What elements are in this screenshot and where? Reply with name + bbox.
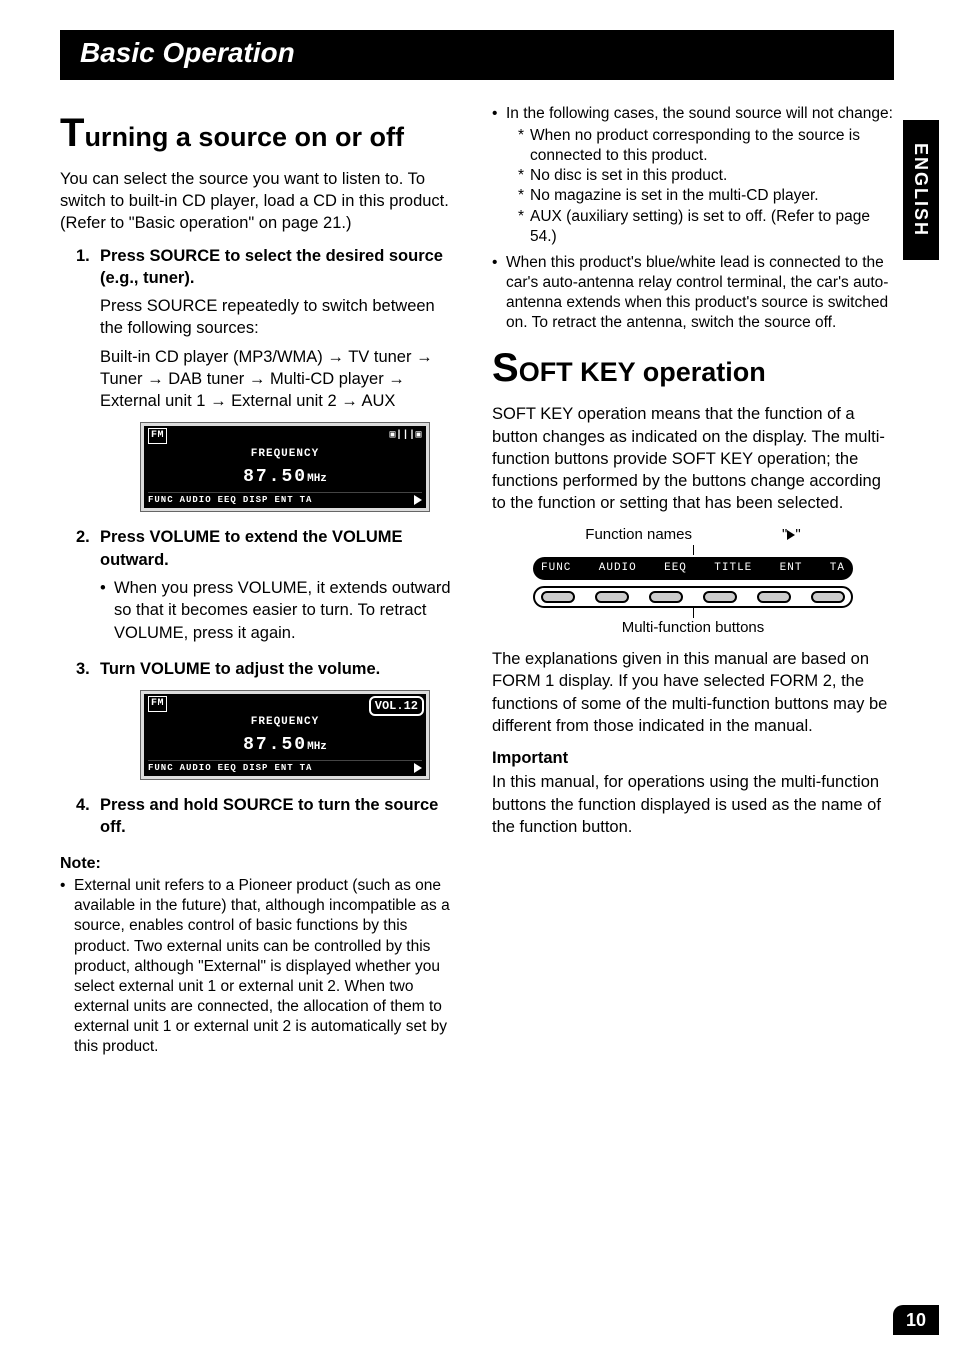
freq-label: FREQUENCY [148,447,422,462]
page-number: 10 [893,1305,939,1335]
step-2-sub: When you press VOLUME, it extends outwar… [100,577,462,644]
play-icon [787,530,795,540]
device-display-1: FM ▣|||▣ FREQUENCY 87.50MHz FUNC AUDIO E… [140,422,430,512]
device-display-2: VOL.12 FM FREQUENCY 87.50MHz FUNC AUDIO [140,690,430,780]
label-next-symbol: "" [782,525,801,545]
left-column: Turning a source on or off You can selec… [60,102,462,1064]
step-2: 2. Press VOLUME to extend the VOLUME out… [60,526,462,643]
freq-label: FREQUENCY [148,715,422,730]
important-heading: Important [492,747,894,769]
step-1-body: Press SOURCE repeatedly to switch betwee… [100,295,462,412]
next-icon [414,495,422,505]
language-tab-label: ENGLISH [909,143,933,237]
left-heading: Turning a source on or off [60,112,462,154]
multifunction-button[interactable] [595,591,629,603]
physical-button-row [533,586,853,608]
note-external-unit: External unit refers to a Pioneer produc… [60,876,462,1057]
multifunction-button[interactable] [757,591,791,603]
left-intro: You can select the source you want to li… [60,168,462,235]
note-heading: Note: [60,853,462,875]
multifunction-button[interactable] [541,591,575,603]
step-1: 1. Press SOURCE to select the desired so… [60,245,462,513]
star-list: When no product corresponding to the sou… [518,126,894,247]
multifunction-button[interactable] [649,591,683,603]
steps-list: 1. Press SOURCE to select the desired so… [60,245,462,839]
step-3: 3. Turn VOLUME to adjust the volume. VOL… [60,658,462,780]
important-body: In this manual, for operations using the… [492,771,894,838]
note-antenna: When this product's blue/white lead is c… [492,253,894,334]
fm-indicator: FM [148,428,167,444]
section-banner: Basic Operation [60,30,894,80]
frequency-readout: 87.50MHz [148,465,422,489]
right-column: In the following cases, the sound source… [492,102,894,1064]
softkey-para-1: SOFT KEY operation means that the functi… [492,403,894,514]
step-4-title: Press and hold SOURCE to turn the source… [100,794,462,839]
note-list-right: In the following cases, the sound source… [492,104,894,334]
step-2-title: Press VOLUME to extend the VOLUME outwar… [100,526,462,571]
source-chain: Built-in CD player (MP3/WMA) → TV tuner … [100,346,462,413]
right-heading: SOFT KEY operation [492,347,894,389]
step-3-title: Turn VOLUME to adjust the volume. [100,658,462,680]
manual-page: Basic Operation ENGLISH Turning a source… [0,0,954,1355]
content-columns: Turning a source on or off You can selec… [60,102,894,1064]
frequency-readout: 87.50MHz [148,733,422,757]
softkey-illustration: Function names "" FUNC AUDIO EEQ TITLE E… [533,525,853,638]
softkey-para-2: The explanations given in this manual ar… [492,648,894,737]
softkey-row: FUNC AUDIO EEQ DISP ENT TA [148,492,422,506]
volume-badge: VOL.12 [369,696,424,716]
label-multifunction-buttons: Multi-function buttons [533,618,853,638]
softkey-display-bar: FUNC AUDIO EEQ TITLE ENT TA [533,557,853,580]
multifunction-button[interactable] [703,591,737,603]
fm-indicator: FM [148,696,167,712]
multifunction-button[interactable] [811,591,845,603]
note-sound-source: In the following cases, the sound source… [492,104,894,247]
softkey-row: FUNC AUDIO EEQ DISP ENT TA [148,760,422,774]
step-4: 4. Press and hold SOURCE to turn the sou… [60,794,462,839]
label-function-names: Function names [585,525,692,545]
note-list-left: External unit refers to a Pioneer produc… [60,876,462,1057]
step-1-title: Press SOURCE to select the desired sourc… [100,245,462,290]
language-tab: ENGLISH [903,120,939,260]
next-icon [414,763,422,773]
